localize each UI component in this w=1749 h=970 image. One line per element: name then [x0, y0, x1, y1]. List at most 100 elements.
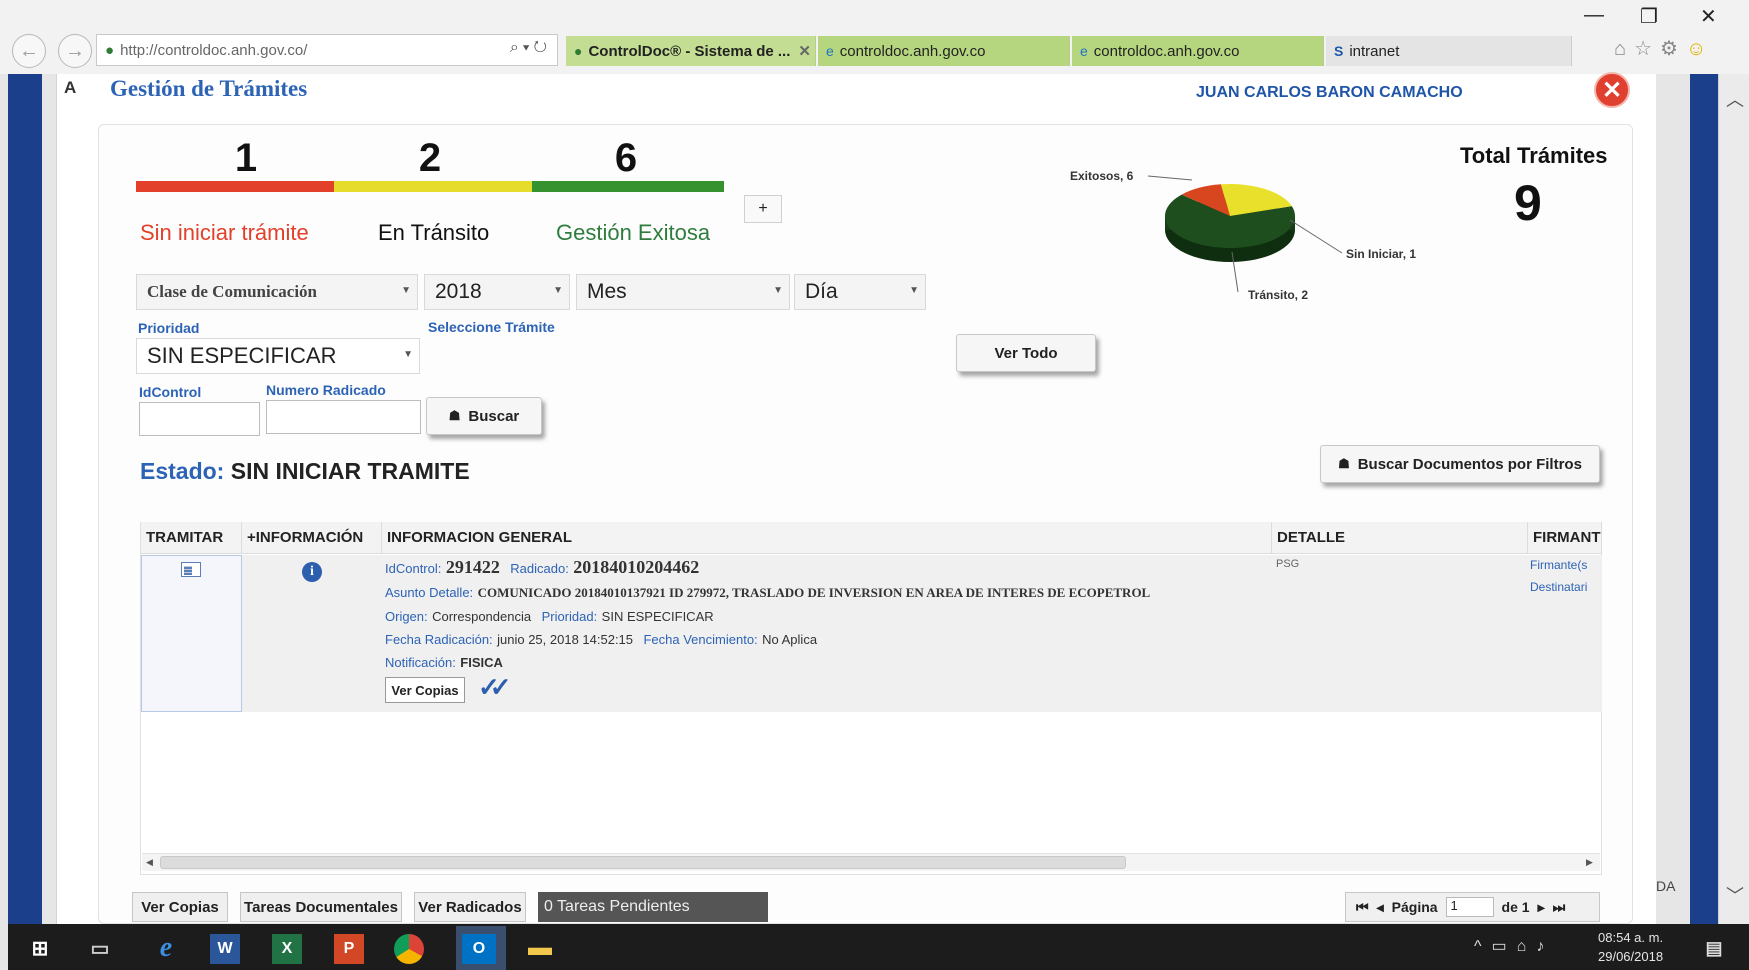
clase-comunicacion-select[interactable]: Clase de Comunicación ▼ — [136, 274, 418, 310]
task-view-icon[interactable]: ▭ — [80, 930, 120, 966]
estado-value: SIN INICIAR TRAMITE — [230, 458, 470, 484]
tab-label: controldoc.anh.gov.co — [839, 42, 986, 60]
windows-start-icon[interactable]: ⊞ — [20, 930, 60, 966]
page-scrollbar[interactable]: ︿ ﹀ — [1718, 74, 1749, 924]
ver-copias-row-button[interactable]: Ver Copias — [385, 677, 465, 703]
prev-page-icon[interactable]: ◂ — [1377, 899, 1384, 916]
system-tray[interactable]: ^▭⌂♪ — [1474, 936, 1554, 956]
scroll-right-icon[interactable]: ▶ — [1586, 857, 1593, 868]
firmante-link[interactable]: Firmante(s — [1530, 558, 1600, 572]
tab-ver-copias[interactable]: Ver Copias — [132, 892, 228, 922]
expand-button[interactable]: + — [744, 195, 782, 223]
taskbar-clock[interactable]: 08:54 a. m. 29/06/2018 — [1598, 928, 1663, 966]
star-icon[interactable]: ☆ — [1634, 38, 1660, 60]
battery-icon[interactable]: ▭ — [1492, 938, 1517, 955]
prioridad-label: Prioridad — [138, 320, 200, 336]
info-icon[interactable]: i — [302, 562, 322, 582]
pie-label-exitosos: Exitosos, 6 — [1070, 169, 1134, 183]
dialog-close-button[interactable]: ✕ — [1594, 72, 1630, 108]
count-sin-iniciar: 1 — [234, 136, 258, 180]
background-letter: A — [64, 78, 77, 97]
buscar-filtros-button[interactable]: ☗ Buscar Documentos por Filtros — [1320, 445, 1600, 483]
idcontrol-input[interactable] — [139, 402, 260, 436]
status-sin-iniciar-link[interactable]: Sin iniciar trámite — [140, 220, 309, 246]
page-title: Gestión de Trámites — [110, 76, 308, 101]
radicado-value: 20184010204462 — [573, 557, 700, 577]
select-value: SIN ESPECIFICAR — [147, 343, 337, 368]
select-value: Día — [805, 280, 838, 303]
year-select[interactable]: 2018 ▼ — [424, 274, 570, 310]
word-icon[interactable]: W — [210, 934, 240, 964]
pie-label-sin-iniciar: Sin Iniciar, 1 — [1346, 247, 1417, 261]
ver-todo-button[interactable]: Ver Todo — [956, 334, 1096, 372]
total-tramites-value: 9 — [1514, 175, 1542, 231]
first-page-icon[interactable]: ⏮ — [1356, 899, 1369, 916]
shield-icon: ● — [574, 43, 583, 59]
scroll-up-icon[interactable]: ︿ — [1726, 86, 1744, 112]
ie-icon: e — [826, 43, 834, 59]
outlook-icon[interactable]: O — [462, 934, 496, 964]
file-explorer-icon[interactable]: ▬ — [520, 930, 560, 966]
destinatario-link[interactable]: Destinatari — [1530, 580, 1600, 594]
total-tramites-label: Total Trámites — [1460, 143, 1608, 168]
restore-button[interactable]: ❐ — [1640, 4, 1658, 29]
minimize-button[interactable]: — — [1584, 4, 1604, 27]
browser-tools[interactable]: ⌂☆⚙☺ — [1614, 36, 1714, 61]
gear-icon[interactable]: ⚙ — [1660, 38, 1686, 60]
bar-exitosa — [532, 181, 724, 192]
dropdown-arrow-icon: ▼ — [909, 285, 919, 296]
smiley-icon[interactable]: ☺ — [1686, 38, 1714, 60]
next-page-icon[interactable]: ▸ — [1538, 899, 1545, 916]
window-close-button[interactable]: ✕ — [1700, 4, 1717, 29]
back-button[interactable]: ← — [12, 34, 46, 68]
home-icon[interactable]: ⌂ — [1614, 38, 1634, 60]
col-header-tramitar[interactable]: TRAMITAR — [141, 522, 242, 554]
tramitar-cell[interactable] — [141, 555, 242, 712]
tab-controldoc[interactable]: ● ControlDoc® - Sistema de ... ✕ — [566, 36, 816, 66]
scroll-down-icon[interactable]: ﹀ — [1726, 882, 1744, 908]
detalle-value: PSG — [1276, 558, 1300, 570]
volume-icon[interactable]: ♪ — [1536, 938, 1554, 955]
chrome-icon[interactable] — [394, 934, 424, 964]
status-exitosa-link[interactable]: Gestión Exitosa — [556, 220, 710, 246]
tab-intranet[interactable]: S intranet — [1326, 36, 1572, 66]
scroll-thumb[interactable] — [160, 856, 1126, 869]
status-en-transito-link[interactable]: En Tránsito — [378, 220, 489, 246]
tab-ver-radicados[interactable]: Ver Radicados — [414, 892, 526, 922]
scroll-left-icon[interactable]: ◀ — [146, 857, 153, 868]
pie-leader-exitosos — [1147, 175, 1193, 181]
table-row[interactable] — [141, 555, 1602, 712]
col-header-informacion[interactable]: +INFORMACIÓN — [242, 522, 382, 554]
numero-radicado-input[interactable] — [266, 400, 421, 434]
internet-explorer-icon[interactable]: e — [146, 930, 186, 966]
network-icon[interactable]: ⌂ — [1517, 938, 1537, 955]
tab-controldoc-3[interactable]: e controldoc.anh.gov.co — [1072, 36, 1324, 66]
row-prioridad-label: Prioridad: — [541, 609, 598, 624]
last-page-icon[interactable]: ⏭ — [1553, 899, 1566, 916]
col-header-general[interactable]: INFORMACION GENERAL — [382, 522, 1272, 554]
buscar-button[interactable]: ☗ Buscar — [426, 397, 542, 435]
col-header-firmante[interactable]: FIRMANTE — [1528, 522, 1602, 554]
search-refresh-icons[interactable]: ⌕▾↻ — [510, 39, 551, 57]
idcontrol-label: IdControl: — [385, 561, 442, 576]
tab-tareas-documentales[interactable]: Tareas Documentales — [240, 892, 402, 922]
dia-select[interactable]: Día ▼ — [794, 274, 926, 310]
tramitar-form-icon[interactable]: ▬ ▬ ▬ — [181, 562, 201, 577]
powerpoint-icon[interactable]: P — [334, 934, 364, 964]
address-bar[interactable]: ● http://controldoc.anh.gov.co/ ⌕▾↻ — [96, 34, 558, 66]
tab-close-icon[interactable]: ✕ — [798, 42, 811, 60]
excel-icon[interactable]: X — [272, 934, 302, 964]
row-fecha-line: Fecha Radicación: junio 25, 2018 14:52:1… — [385, 631, 817, 649]
prioridad-select[interactable]: SIN ESPECIFICAR ▼ — [136, 338, 420, 374]
page-input[interactable]: 1 — [1445, 897, 1494, 917]
chevron-up-icon[interactable]: ^ — [1474, 938, 1492, 955]
ie-icon: e — [1080, 43, 1088, 59]
mes-select[interactable]: Mes ▼ — [576, 274, 790, 310]
notifications-icon[interactable]: ▤ — [1694, 930, 1734, 966]
dropdown-arrow-icon: ▼ — [773, 285, 783, 296]
forward-button[interactable]: → — [58, 34, 92, 68]
clock-date: 29/06/2018 — [1598, 949, 1664, 964]
tab-controldoc-2[interactable]: e controldoc.anh.gov.co — [818, 36, 1070, 66]
col-header-detalle[interactable]: DETALLE — [1272, 522, 1528, 554]
tareas-pendientes-badge[interactable]: 0 Tareas Pendientes — [538, 892, 768, 922]
